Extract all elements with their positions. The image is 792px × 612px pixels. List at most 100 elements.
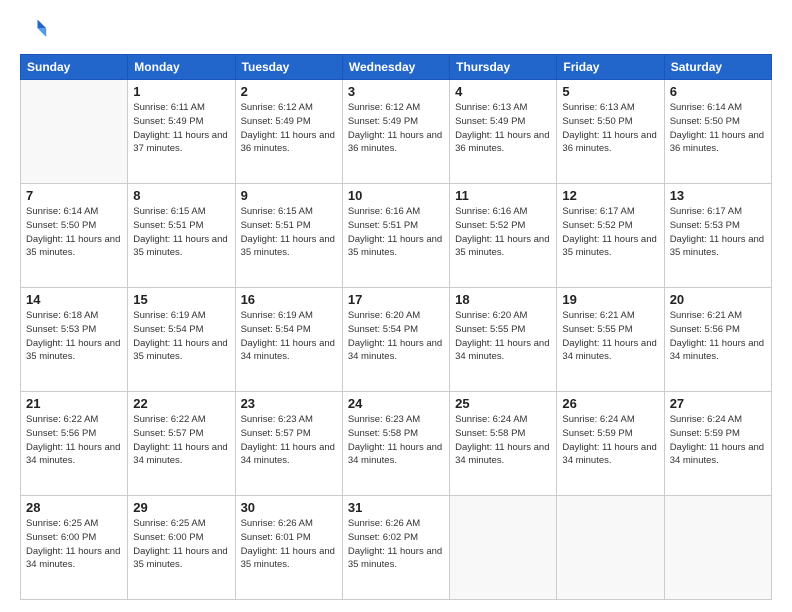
- day-number: 22: [133, 396, 229, 411]
- weekday-header: Friday: [557, 55, 664, 80]
- day-number: 16: [241, 292, 337, 307]
- day-info: Sunrise: 6:17 AM Sunset: 5:52 PM Dayligh…: [562, 205, 658, 260]
- logo: [20, 16, 52, 44]
- calendar-cell: 8 Sunrise: 6:15 AM Sunset: 5:51 PM Daylig…: [128, 184, 235, 288]
- day-info: Sunrise: 6:16 AM Sunset: 5:52 PM Dayligh…: [455, 205, 551, 260]
- day-number: 21: [26, 396, 122, 411]
- calendar-cell: 12Sunrise: 6:17 AM Sunset: 5:52 PM Dayli…: [557, 184, 664, 288]
- page: SundayMondayTuesdayWednesdayThursdayFrid…: [0, 0, 792, 612]
- calendar-cell: 17Sunrise: 6:20 AM Sunset: 5:54 PM Dayli…: [342, 288, 449, 392]
- calendar: SundayMondayTuesdayWednesdayThursdayFrid…: [20, 54, 772, 600]
- calendar-cell: 22 Sunrise: 6:22 AM Sunset: 5:57 PM Dayli…: [128, 392, 235, 496]
- day-number: 13: [670, 188, 766, 203]
- day-info: Sunrise: 6:21 AM Sunset: 5:56 PM Dayligh…: [670, 309, 766, 364]
- day-number: 9: [241, 188, 337, 203]
- day-info: Sunrise: 6:20 AM Sunset: 5:54 PM Dayligh…: [348, 309, 444, 364]
- calendar-week-row: 28 Sunrise: 6:25 AM Sunset: 6:00 PM Dayli…: [21, 496, 772, 600]
- day-info: Sunrise: 6:26 AM Sunset: 6:01 PM Dayligh…: [241, 517, 337, 572]
- calendar-cell: 10Sunrise: 6:16 AM Sunset: 5:51 PM Dayli…: [342, 184, 449, 288]
- day-info: Sunrise: 6:23 AM Sunset: 5:57 PM Dayligh…: [241, 413, 337, 468]
- calendar-cell: 23 Sunrise: 6:23 AM Sunset: 5:57 PM Dayli…: [235, 392, 342, 496]
- day-number: 3: [348, 84, 444, 99]
- calendar-cell: 19 Sunrise: 6:21 AM Sunset: 5:55 PM Dayli…: [557, 288, 664, 392]
- day-number: 2: [241, 84, 337, 99]
- day-number: 5: [562, 84, 658, 99]
- calendar-cell: [21, 80, 128, 184]
- day-info: Sunrise: 6:22 AM Sunset: 5:57 PM Dayligh…: [133, 413, 229, 468]
- day-number: 1: [133, 84, 229, 99]
- day-info: Sunrise: 6:22 AM Sunset: 5:56 PM Dayligh…: [26, 413, 122, 468]
- calendar-cell: 16Sunrise: 6:19 AM Sunset: 5:54 PM Dayli…: [235, 288, 342, 392]
- calendar-cell: 26 Sunrise: 6:24 AM Sunset: 5:59 PM Dayli…: [557, 392, 664, 496]
- calendar-cell: 3 Sunrise: 6:12 AM Sunset: 5:49 PM Daylig…: [342, 80, 449, 184]
- day-number: 18: [455, 292, 551, 307]
- day-info: Sunrise: 6:12 AM Sunset: 5:49 PM Dayligh…: [241, 101, 337, 156]
- day-info: Sunrise: 6:19 AM Sunset: 5:54 PM Dayligh…: [133, 309, 229, 364]
- calendar-week-row: 14 Sunrise: 6:18 AM Sunset: 5:53 PM Dayli…: [21, 288, 772, 392]
- day-info: Sunrise: 6:26 AM Sunset: 6:02 PM Dayligh…: [348, 517, 444, 572]
- calendar-cell: 28 Sunrise: 6:25 AM Sunset: 6:00 PM Dayli…: [21, 496, 128, 600]
- calendar-cell: 9Sunrise: 6:15 AM Sunset: 5:51 PM Daylig…: [235, 184, 342, 288]
- day-number: 27: [670, 396, 766, 411]
- day-number: 24: [348, 396, 444, 411]
- calendar-cell: 25Sunrise: 6:24 AM Sunset: 5:58 PM Dayli…: [450, 392, 557, 496]
- day-info: Sunrise: 6:24 AM Sunset: 5:59 PM Dayligh…: [562, 413, 658, 468]
- calendar-week-row: 21 Sunrise: 6:22 AM Sunset: 5:56 PM Dayli…: [21, 392, 772, 496]
- weekday-header-row: SundayMondayTuesdayWednesdayThursdayFrid…: [21, 55, 772, 80]
- calendar-cell: 5 Sunrise: 6:13 AM Sunset: 5:50 PM Daylig…: [557, 80, 664, 184]
- day-info: Sunrise: 6:14 AM Sunset: 5:50 PM Dayligh…: [26, 205, 122, 260]
- day-number: 15: [133, 292, 229, 307]
- day-info: Sunrise: 6:18 AM Sunset: 5:53 PM Dayligh…: [26, 309, 122, 364]
- calendar-cell: 6 Sunrise: 6:14 AM Sunset: 5:50 PM Daylig…: [664, 80, 771, 184]
- calendar-cell: 1Sunrise: 6:11 AM Sunset: 5:49 PM Daylig…: [128, 80, 235, 184]
- weekday-header: Monday: [128, 55, 235, 80]
- day-info: Sunrise: 6:20 AM Sunset: 5:55 PM Dayligh…: [455, 309, 551, 364]
- weekday-header: Wednesday: [342, 55, 449, 80]
- day-number: 28: [26, 500, 122, 515]
- day-info: Sunrise: 6:13 AM Sunset: 5:50 PM Dayligh…: [562, 101, 658, 156]
- day-number: 6: [670, 84, 766, 99]
- day-number: 25: [455, 396, 551, 411]
- day-number: 26: [562, 396, 658, 411]
- day-number: 7: [26, 188, 122, 203]
- day-info: Sunrise: 6:15 AM Sunset: 5:51 PM Dayligh…: [133, 205, 229, 260]
- calendar-cell: 21 Sunrise: 6:22 AM Sunset: 5:56 PM Dayli…: [21, 392, 128, 496]
- day-number: 20: [670, 292, 766, 307]
- day-number: 11: [455, 188, 551, 203]
- day-number: 19: [562, 292, 658, 307]
- day-number: 29: [133, 500, 229, 515]
- calendar-cell: [450, 496, 557, 600]
- day-info: Sunrise: 6:23 AM Sunset: 5:58 PM Dayligh…: [348, 413, 444, 468]
- calendar-cell: 24 Sunrise: 6:23 AM Sunset: 5:58 PM Dayli…: [342, 392, 449, 496]
- day-info: Sunrise: 6:14 AM Sunset: 5:50 PM Dayligh…: [670, 101, 766, 156]
- calendar-cell: [664, 496, 771, 600]
- calendar-cell: 14 Sunrise: 6:18 AM Sunset: 5:53 PM Dayli…: [21, 288, 128, 392]
- calendar-cell: 7 Sunrise: 6:14 AM Sunset: 5:50 PM Daylig…: [21, 184, 128, 288]
- day-info: Sunrise: 6:21 AM Sunset: 5:55 PM Dayligh…: [562, 309, 658, 364]
- day-info: Sunrise: 6:17 AM Sunset: 5:53 PM Dayligh…: [670, 205, 766, 260]
- day-info: Sunrise: 6:16 AM Sunset: 5:51 PM Dayligh…: [348, 205, 444, 260]
- calendar-week-row: 1Sunrise: 6:11 AM Sunset: 5:49 PM Daylig…: [21, 80, 772, 184]
- calendar-cell: 30Sunrise: 6:26 AM Sunset: 6:01 PM Dayli…: [235, 496, 342, 600]
- calendar-cell: 27 Sunrise: 6:24 AM Sunset: 5:59 PM Dayli…: [664, 392, 771, 496]
- day-number: 4: [455, 84, 551, 99]
- day-info: Sunrise: 6:25 AM Sunset: 6:00 PM Dayligh…: [26, 517, 122, 572]
- day-info: Sunrise: 6:24 AM Sunset: 5:59 PM Dayligh…: [670, 413, 766, 468]
- weekday-header: Saturday: [664, 55, 771, 80]
- calendar-cell: 4 Sunrise: 6:13 AM Sunset: 5:49 PM Daylig…: [450, 80, 557, 184]
- day-number: 31: [348, 500, 444, 515]
- day-info: Sunrise: 6:12 AM Sunset: 5:49 PM Dayligh…: [348, 101, 444, 156]
- day-info: Sunrise: 6:25 AM Sunset: 6:00 PM Dayligh…: [133, 517, 229, 572]
- calendar-week-row: 7 Sunrise: 6:14 AM Sunset: 5:50 PM Daylig…: [21, 184, 772, 288]
- weekday-header: Tuesday: [235, 55, 342, 80]
- day-info: Sunrise: 6:13 AM Sunset: 5:49 PM Dayligh…: [455, 101, 551, 156]
- calendar-cell: 11 Sunrise: 6:16 AM Sunset: 5:52 PM Dayli…: [450, 184, 557, 288]
- calendar-cell: 15 Sunrise: 6:19 AM Sunset: 5:54 PM Dayli…: [128, 288, 235, 392]
- calendar-cell: [557, 496, 664, 600]
- calendar-cell: 2 Sunrise: 6:12 AM Sunset: 5:49 PM Daylig…: [235, 80, 342, 184]
- calendar-cell: 13 Sunrise: 6:17 AM Sunset: 5:53 PM Dayli…: [664, 184, 771, 288]
- day-number: 8: [133, 188, 229, 203]
- day-number: 23: [241, 396, 337, 411]
- day-number: 14: [26, 292, 122, 307]
- calendar-cell: 18 Sunrise: 6:20 AM Sunset: 5:55 PM Dayli…: [450, 288, 557, 392]
